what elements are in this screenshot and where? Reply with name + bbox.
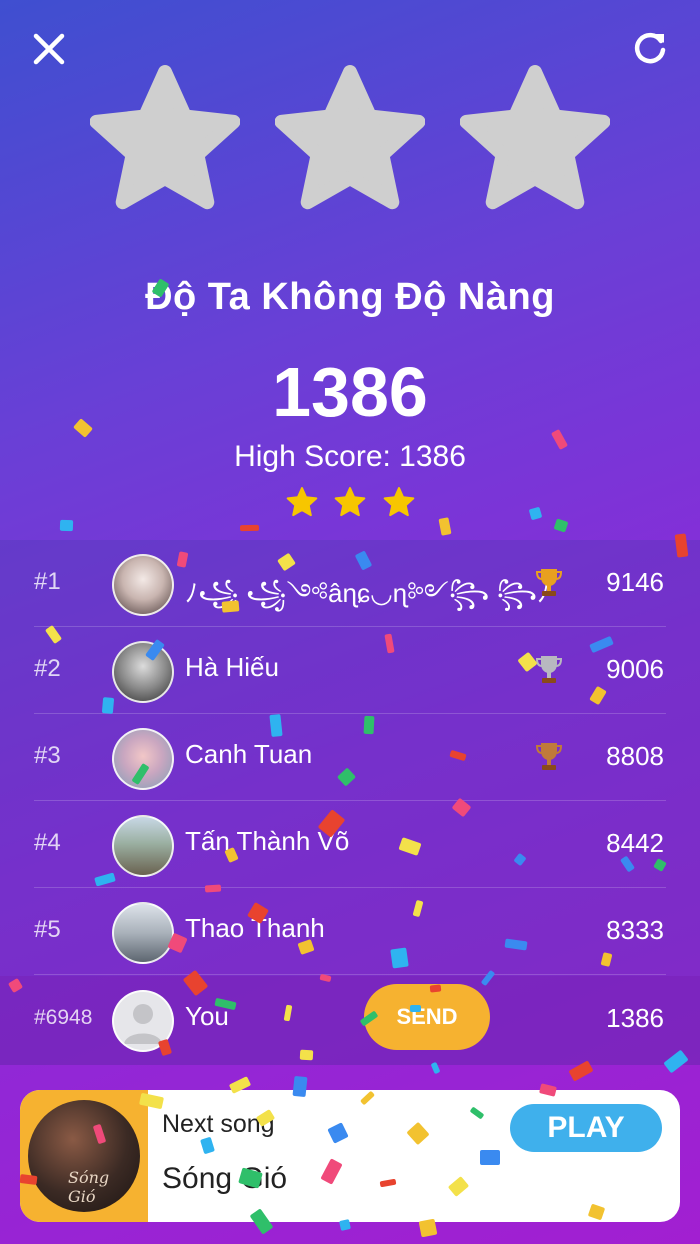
album-art-text: Sóng Gió bbox=[68, 1168, 110, 1206]
score-value: 1386 bbox=[272, 353, 428, 431]
small-star-icon bbox=[286, 486, 318, 518]
small-star-icon bbox=[334, 486, 366, 518]
divider bbox=[34, 974, 666, 975]
album-art: Sóng Gió bbox=[28, 1100, 140, 1212]
next-song-card[interactable]: Sóng Gió Next song Sóng Gió PLAY bbox=[20, 1090, 680, 1222]
player-name: Tấn Thành Võ bbox=[185, 826, 350, 856]
trophy-icon bbox=[535, 740, 563, 772]
rank-label: #6948 bbox=[34, 1006, 93, 1029]
user-placeholder-icon bbox=[124, 1004, 162, 1044]
player-score: 1386 bbox=[606, 1003, 664, 1033]
player-name: Canh Tuan bbox=[185, 739, 313, 769]
next-song-label: Next song bbox=[162, 1110, 275, 1138]
your-row: #6948 You SEND 1386 bbox=[0, 976, 700, 1065]
song-title: Độ Ta Không Độ Nàng bbox=[145, 276, 555, 318]
leaderboard: #1 ﾉ꧁ ꧁༺âɳɕ◡ɳ༻꧂ ꧂ﾉ 9146 #2 Hà Hiếu 9006 … bbox=[0, 540, 700, 1065]
avatar[interactable] bbox=[112, 902, 174, 964]
confetti-piece bbox=[438, 517, 452, 536]
small-stars bbox=[0, 486, 700, 518]
player-score: 8808 bbox=[606, 741, 664, 771]
leaderboard-row[interactable]: #3 Canh Tuan 8808 bbox=[0, 714, 700, 801]
player-name: You bbox=[185, 1001, 229, 1031]
send-button[interactable]: SEND bbox=[364, 984, 490, 1050]
rank-label: #2 bbox=[34, 655, 61, 682]
leaderboard-row[interactable]: #4 Tấn Thành Võ 8442 bbox=[0, 801, 700, 888]
avatar[interactable] bbox=[112, 728, 174, 790]
avatar bbox=[112, 990, 174, 1052]
player-score: 8333 bbox=[606, 915, 664, 945]
trophy-icon bbox=[535, 653, 563, 685]
player-score: 8442 bbox=[606, 828, 664, 858]
result-star-icon bbox=[89, 62, 241, 212]
player-name: Hà Hiếu bbox=[185, 652, 279, 682]
avatar[interactable] bbox=[112, 815, 174, 877]
result-stars bbox=[0, 62, 700, 212]
leaderboard-row[interactable]: #2 Hà Hiếu 9006 bbox=[0, 627, 700, 714]
avatar[interactable] bbox=[112, 641, 174, 703]
confetti-piece bbox=[59, 519, 74, 532]
avatar[interactable] bbox=[112, 554, 174, 616]
leaderboard-row[interactable]: #5 Thao Thanh 8333 bbox=[0, 888, 700, 975]
result-star-icon bbox=[274, 62, 426, 212]
player-name: Thao Thanh bbox=[185, 913, 325, 943]
leaderboard-row[interactable]: #1 ﾉ꧁ ꧁༺âɳɕ◡ɳ༻꧂ ꧂ﾉ 9146 bbox=[0, 540, 700, 627]
next-song-title: Sóng Gió bbox=[162, 1162, 288, 1195]
rank-label: #5 bbox=[34, 916, 61, 943]
player-score: 9006 bbox=[606, 654, 664, 684]
confetti-piece bbox=[239, 524, 260, 532]
confetti-piece bbox=[554, 518, 568, 533]
rank-label: #1 bbox=[34, 568, 61, 595]
play-button[interactable]: PLAY bbox=[510, 1104, 662, 1152]
trophy-icon bbox=[535, 566, 563, 598]
rank-label: #3 bbox=[34, 742, 61, 769]
rank-label: #4 bbox=[34, 829, 61, 856]
result-star-icon bbox=[459, 62, 611, 212]
album-cover[interactable]: Sóng Gió bbox=[20, 1090, 148, 1222]
high-score: High Score: 1386 bbox=[234, 440, 466, 473]
small-star-icon bbox=[383, 486, 415, 518]
player-score: 9146 bbox=[606, 567, 664, 597]
